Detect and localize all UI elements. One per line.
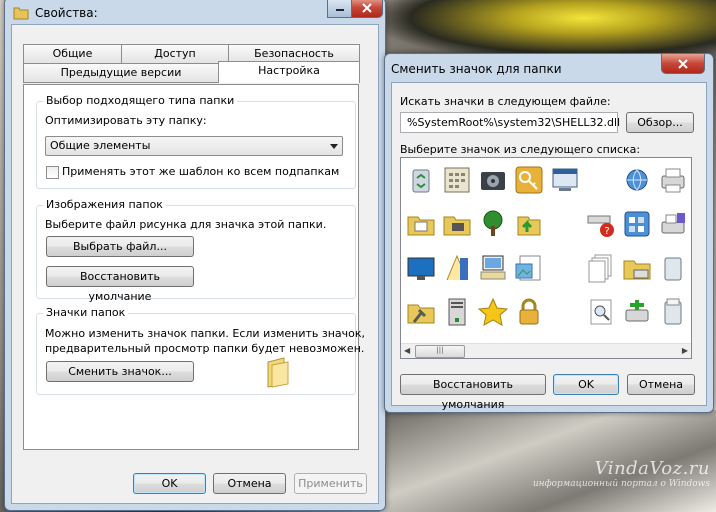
folder-tools-icon[interactable] xyxy=(405,296,437,328)
close-button[interactable] xyxy=(351,0,383,18)
tab-label: Безопасность xyxy=(254,47,334,60)
watermark-site: VindaVoz.ru xyxy=(594,458,710,479)
close-icon xyxy=(362,2,372,13)
pictures-hint: Выберите файл рисунка для значка этой па… xyxy=(45,218,327,231)
ok-button[interactable]: OK xyxy=(133,473,206,494)
apply-template-label: Применять этот же шаблон ко всем подпапк… xyxy=(62,165,340,178)
scroll-right-icon[interactable]: ▶ xyxy=(682,346,688,355)
tab-label: Общие xyxy=(52,47,93,60)
folder-printer-icon[interactable] xyxy=(621,252,653,284)
minimize-button[interactable] xyxy=(327,0,353,18)
folder-preview-icon xyxy=(267,357,289,388)
svg-text:?: ? xyxy=(604,226,609,237)
icons-description-line2: предварительный просмотр папки будет нев… xyxy=(45,342,365,355)
search-document-icon[interactable] xyxy=(585,296,617,328)
close-icon xyxy=(678,58,688,69)
computer-icon[interactable] xyxy=(477,252,509,284)
network-error-icon[interactable]: ? xyxy=(585,208,617,240)
dialog-ok-button[interactable]: OK xyxy=(553,374,619,395)
select-value: Общие элементы xyxy=(50,139,151,152)
network-globe-icon[interactable] xyxy=(621,164,653,196)
watermark: VindaVoz.ru информационный портал о Wind… xyxy=(498,458,710,489)
folder-doc-icon[interactable] xyxy=(405,208,437,240)
recycle-bin-icon[interactable] xyxy=(405,164,437,196)
printer-icon[interactable] xyxy=(657,164,689,196)
folder-type-select[interactable]: Общие элементы xyxy=(45,136,343,156)
tab-label: Доступ xyxy=(154,47,196,60)
dialog-title: Сменить значок для папки xyxy=(391,62,562,76)
watermark-caption: информационный портал о Windows xyxy=(532,479,710,489)
group-legend: Значки папок xyxy=(43,306,129,319)
dialog-cancel-button[interactable]: Отмена xyxy=(627,374,695,395)
tab-label: Настройка xyxy=(258,64,320,77)
folder-arrow-icon[interactable] xyxy=(513,208,545,240)
close-button[interactable] xyxy=(661,54,705,74)
icon-list-label: Выберите значок из следующего списка: xyxy=(400,143,641,156)
apply-template-checkbox[interactable] xyxy=(46,166,59,179)
icons-description-line1: Можно изменить значок папки. Если измени… xyxy=(45,327,366,340)
optimize-label: Оптимизировать эту папку: xyxy=(45,114,207,127)
documents-icon[interactable] xyxy=(585,252,617,284)
chevron-down-icon xyxy=(330,144,338,149)
browse-button[interactable]: Обзор... xyxy=(626,112,694,133)
titlebar: Сменить значок для папки xyxy=(391,58,562,80)
group-legend: Выбор подходящего типа папки xyxy=(43,94,238,107)
scrollbar-thumb[interactable]: ||| xyxy=(415,345,465,358)
folder-disk-icon[interactable] xyxy=(441,208,473,240)
folder-icon xyxy=(13,7,29,20)
tab-sharing[interactable]: Доступ xyxy=(121,44,229,64)
wallpaper-shape xyxy=(380,0,716,60)
computer-window-icon[interactable] xyxy=(549,164,581,196)
group-legend: Изображения папок xyxy=(43,198,166,211)
image-document-icon[interactable] xyxy=(513,252,545,284)
restore-defaults-button[interactable]: Восстановить умолчания xyxy=(400,374,546,411)
printer-fax-icon[interactable] xyxy=(657,208,689,240)
tab-previous-versions[interactable]: Предыдущие версии xyxy=(23,63,219,83)
monitor-icon[interactable] xyxy=(405,252,437,284)
tab-customize[interactable]: Настройка xyxy=(218,61,360,83)
control-panel-icon[interactable] xyxy=(621,208,653,240)
titlebar: Свойства: xyxy=(13,2,98,24)
change-icon-button[interactable]: Сменить значок... xyxy=(46,361,194,382)
star-icon[interactable] xyxy=(477,296,509,328)
recycle-bin-full-icon[interactable] xyxy=(657,296,689,328)
selected-icon-cell[interactable] xyxy=(549,252,581,284)
tree-icon[interactable] xyxy=(477,208,509,240)
icon-list[interactable]: ? ◀ ||| ▶ xyxy=(400,157,692,359)
minimize-icon xyxy=(336,8,344,11)
window-title: Свойства: xyxy=(35,6,98,20)
icon-file-path-input[interactable]: %SystemRoot%\system32\SHELL32.dll xyxy=(400,112,620,133)
horizontal-scrollbar[interactable]: ◀ ||| ▶ xyxy=(401,343,691,358)
cancel-button[interactable]: Отмена xyxy=(213,473,286,494)
server-icon[interactable] xyxy=(441,296,473,328)
restore-default-button[interactable]: Восстановить умолчание xyxy=(46,266,194,303)
recycle-bin-empty-icon[interactable] xyxy=(657,252,689,284)
keys-icon[interactable] xyxy=(513,164,545,196)
font-icon[interactable] xyxy=(441,252,473,284)
tab-general[interactable]: Общие xyxy=(23,44,122,64)
lock-icon[interactable] xyxy=(513,296,545,328)
calculator-window-icon[interactable] xyxy=(441,164,473,196)
tab-label: Предыдущие версии xyxy=(60,66,182,79)
network-printer-icon[interactable] xyxy=(621,296,653,328)
choose-file-button[interactable]: Выбрать файл... xyxy=(46,236,194,257)
search-file-label: Искать значки в следующем файле: xyxy=(400,95,611,108)
media-drive-icon[interactable] xyxy=(477,164,509,196)
apply-button[interactable]: Применить xyxy=(294,473,367,494)
scroll-left-icon[interactable]: ◀ xyxy=(404,346,410,355)
